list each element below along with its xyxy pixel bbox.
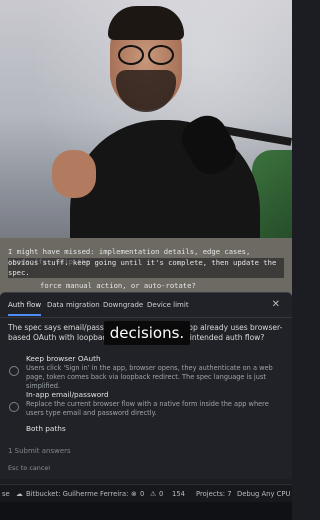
option-title: In-app email/password	[26, 390, 109, 399]
presenter-hand	[52, 150, 96, 198]
error-icon[interactable]: ⊗	[131, 490, 137, 498]
prompt-line-3: force manual action, or auto-rotate?	[40, 281, 196, 290]
prompt-line-2: obvious stuff. keep going until it's com…	[8, 258, 284, 278]
tab-data-migration[interactable]: Data migration	[47, 301, 100, 309]
option-description: Replace the current browser flow with a …	[26, 400, 269, 417]
option-description: Users click 'Sign in' in the app, browse…	[26, 364, 273, 390]
bottom-margin	[0, 502, 292, 520]
tab-downgrade[interactable]: Downgrade	[103, 301, 143, 309]
status-left: se	[2, 490, 10, 498]
error-count[interactable]: 0	[140, 490, 144, 498]
warning-icon[interactable]: ⚠	[150, 490, 156, 498]
build-config[interactable]: Debug Any CPU	[237, 490, 290, 498]
close-icon[interactable]: ✕	[272, 299, 280, 310]
option-title: Keep browser OAuth	[26, 354, 101, 363]
tab-bar: Auth flow Data migration Downgrade Devic…	[0, 293, 292, 318]
projects-count[interactable]: Projects: 7	[196, 490, 232, 498]
tab-device-limit[interactable]: Device limit	[147, 301, 189, 309]
message-count[interactable]: 154	[172, 490, 185, 498]
cloud-icon: ☁	[16, 490, 23, 498]
glasses	[118, 45, 178, 65]
submit-answers-button[interactable]: 1 Submit answers	[8, 447, 71, 455]
tab-auth-flow[interactable]: Auth flow	[8, 301, 42, 316]
warning-count[interactable]: 0	[159, 490, 163, 498]
cancel-hint: Esc to cancel	[8, 464, 51, 472]
status-bar: se ☁ Bitbucket: Guilherme Ferreira: ⊗ 0 …	[0, 484, 292, 503]
option-title: Both paths	[26, 424, 66, 433]
video-caption: decisions.	[104, 321, 190, 345]
presenter-hair	[108, 6, 184, 40]
bitbucket-status[interactable]: Bitbucket: Guilherme Ferreira:	[26, 490, 128, 498]
radio-icon[interactable]	[9, 366, 19, 376]
radio-icon[interactable]	[9, 402, 19, 412]
